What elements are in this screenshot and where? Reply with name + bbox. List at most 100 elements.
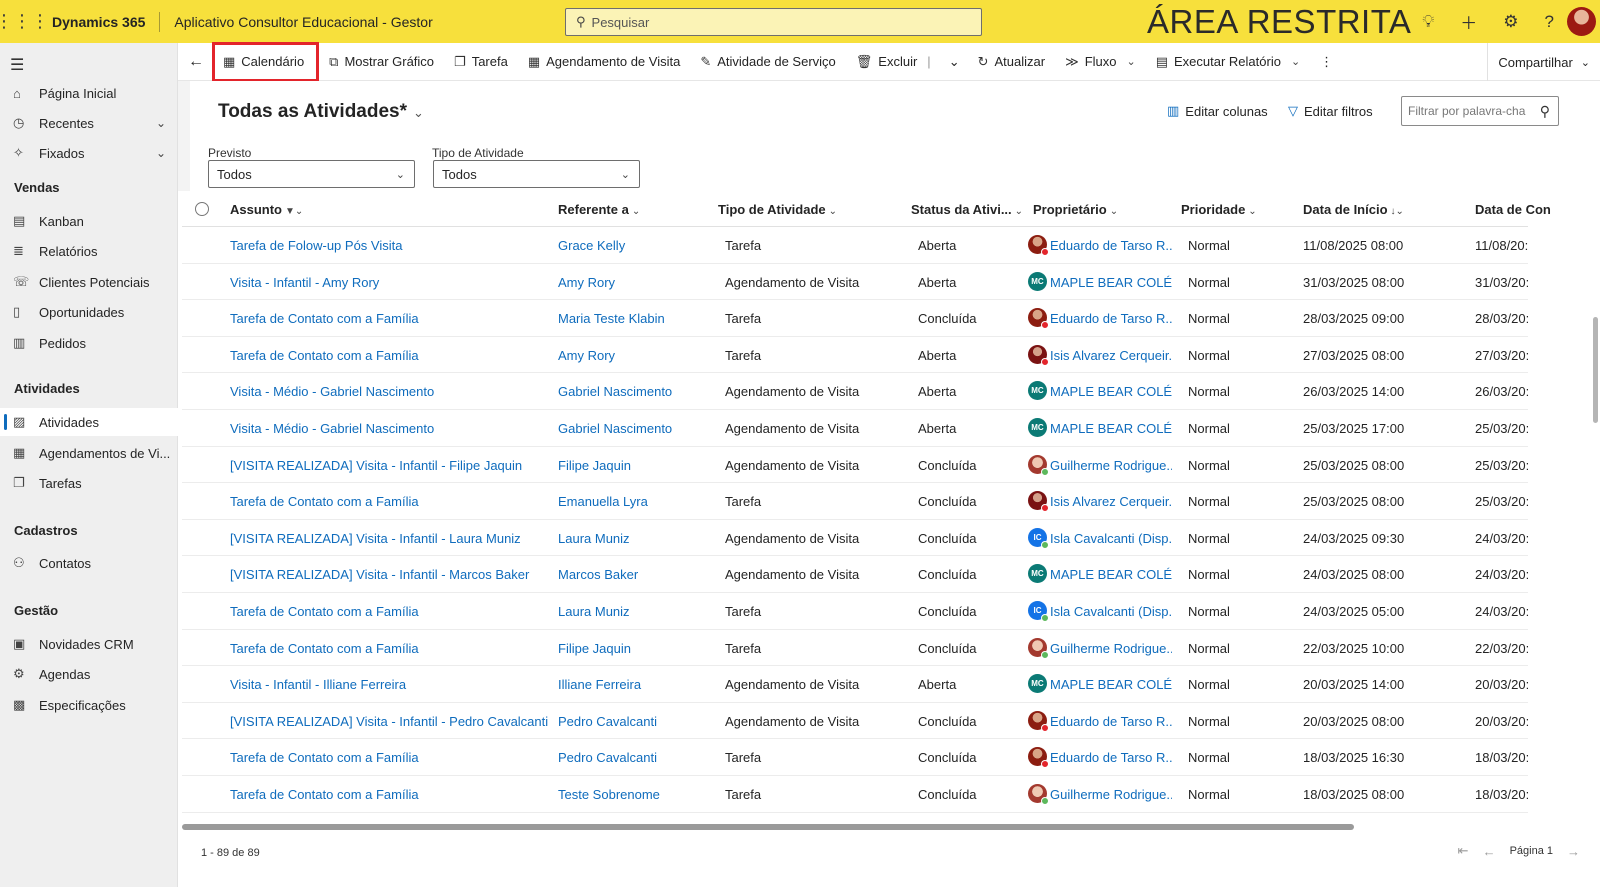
back-button[interactable]: ← bbox=[178, 43, 212, 81]
flow-button[interactable]: ≫ Fluxo ⌄ bbox=[1055, 43, 1146, 81]
subject-link[interactable]: [VISITA REALIZADA] Visita - Infantil - L… bbox=[230, 531, 548, 546]
regarding-link[interactable]: Maria Teste Klabin bbox=[558, 311, 708, 326]
sidebar-item-tasks[interactable]: ❐ Tarefas bbox=[0, 469, 178, 497]
owner-link[interactable]: Eduardo de Tarso R... bbox=[1050, 311, 1172, 326]
app-name[interactable]: Aplicativo Consultor Educacional - Gesto… bbox=[160, 14, 560, 30]
lightbulb-icon[interactable]: 💡︎ bbox=[1422, 12, 1434, 32]
sidebar-item-activities[interactable]: ▨ Atividades bbox=[0, 408, 178, 436]
subject-link[interactable]: [VISITA REALIZADA] Visita - Infantil - F… bbox=[230, 458, 548, 473]
owner-link[interactable]: Eduardo de Tarso R... bbox=[1050, 750, 1172, 765]
delete-button[interactable]: 🗑︎ Excluir bbox=[846, 43, 941, 81]
sidebar-item-contacts[interactable]: ⚇ Contatos bbox=[0, 549, 178, 577]
owner-link[interactable]: Isla Cavalcanti (Disp... bbox=[1050, 604, 1172, 619]
owner-link[interactable]: Eduardo de Tarso R... bbox=[1050, 714, 1172, 729]
table-row[interactable]: Visita - Infantil - Illiane Ferreira Illi… bbox=[182, 666, 1528, 703]
help-icon[interactable]: ? bbox=[1545, 12, 1554, 32]
previsto-select[interactable]: Todos ⌄ bbox=[208, 160, 415, 188]
regarding-link[interactable]: Teste Sobrenome bbox=[558, 787, 708, 802]
table-row[interactable]: Tarefa de Contato com a Família Laura Mun… bbox=[182, 593, 1528, 630]
regarding-link[interactable]: Grace Kelly bbox=[558, 238, 708, 253]
owner-link[interactable]: Isis Alvarez Cerqueir... bbox=[1050, 348, 1172, 363]
table-row[interactable]: [VISITA REALIZADA] Visita - Infantil - P… bbox=[182, 703, 1528, 740]
share-button[interactable]: Compartilhar ⌄ bbox=[1487, 43, 1600, 81]
more-commands-button[interactable]: ⋮ bbox=[1310, 43, 1343, 81]
subject-link[interactable]: Tarefa de Contato com a Família bbox=[230, 494, 548, 509]
view-selector[interactable]: Todas as Atividades* ⌄ bbox=[218, 101, 424, 123]
new-visit-button[interactable]: ▦ Agendamento de Visita bbox=[518, 43, 691, 81]
sidebar-item-agendas[interactable]: ⚙ Agendas bbox=[0, 660, 178, 688]
table-row[interactable]: Tarefa de Contato com a Família Teste Sob… bbox=[182, 776, 1528, 813]
vertical-scrollbar[interactable] bbox=[1593, 317, 1598, 423]
keyword-filter-input[interactable]: Filtrar por palavra-cha ⚲ bbox=[1401, 96, 1559, 126]
sidebar-item-opportunities[interactable]: ▯ Oportunidades bbox=[0, 298, 178, 326]
regarding-link[interactable]: Laura Muniz bbox=[558, 531, 708, 546]
regarding-link[interactable]: Amy Rory bbox=[558, 275, 708, 290]
sidebar-item-orders[interactable]: ▥ Pedidos bbox=[0, 329, 178, 357]
regarding-link[interactable]: Filipe Jaquin bbox=[558, 641, 708, 656]
owner-link[interactable]: MAPLE BEAR COLÉG... bbox=[1050, 421, 1172, 436]
column-header-priority[interactable]: Prioridade ⌄ bbox=[1181, 202, 1257, 217]
column-header-due-date[interactable]: Data de Con bbox=[1475, 202, 1551, 217]
global-search-input[interactable]: ⚲ Pesquisar bbox=[565, 8, 982, 36]
regarding-link[interactable]: Gabriel Nascimento bbox=[558, 421, 708, 436]
subject-link[interactable]: [VISITA REALIZADA] Visita - Infantil - M… bbox=[230, 567, 548, 582]
owner-link[interactable]: Isis Alvarez Cerqueir... bbox=[1050, 494, 1172, 509]
edit-filters-button[interactable]: ▽ Editar filtros bbox=[1288, 103, 1373, 119]
table-row[interactable]: Tarefa de Contato com a Família Filipe Ja… bbox=[182, 630, 1528, 667]
delete-more-button[interactable]: ⌄ bbox=[941, 43, 968, 81]
regarding-link[interactable]: Pedro Cavalcanti bbox=[558, 714, 708, 729]
owner-link[interactable]: Guilherme Rodrigue... bbox=[1050, 787, 1172, 802]
subject-link[interactable]: Visita - Infantil - Illiane Ferreira bbox=[230, 677, 548, 692]
regarding-link[interactable]: Amy Rory bbox=[558, 348, 708, 363]
brand-name[interactable]: Dynamics 365 bbox=[44, 11, 161, 32]
chevron-down-icon[interactable]: ⌄ bbox=[156, 146, 166, 160]
table-row[interactable]: Tarefa de Contato com a Família Amy Rory T… bbox=[182, 337, 1528, 374]
app-launcher-icon[interactable]: ⋮⋮⋮ bbox=[0, 0, 49, 43]
table-row[interactable]: Visita - Médio - Gabriel Nascimento Gabri… bbox=[182, 373, 1528, 410]
table-row[interactable]: [VISITA REALIZADA] Visita - Infantil - F… bbox=[182, 447, 1528, 484]
sidebar-item-home[interactable]: ⌂ Página Inicial bbox=[0, 79, 178, 107]
subject-link[interactable]: Visita - Médio - Gabriel Nascimento bbox=[230, 384, 548, 399]
regarding-link[interactable]: Pedro Cavalcanti bbox=[558, 750, 708, 765]
owner-link[interactable]: MAPLE BEAR COLÉG... bbox=[1050, 275, 1172, 290]
horizontal-scrollbar[interactable] bbox=[182, 824, 1354, 830]
table-row[interactable]: Tarefa de Contato com a Família Maria Tes… bbox=[182, 300, 1528, 337]
sidebar-item-visit-schedules[interactable]: ▦ Agendamentos de Vi... bbox=[0, 439, 178, 467]
refresh-button[interactable]: ↻ Atualizar bbox=[968, 43, 1055, 81]
owner-link[interactable]: Eduardo de Tarso R... bbox=[1050, 238, 1172, 253]
sidebar-item-kanban[interactable]: ▤ Kanban bbox=[0, 207, 178, 235]
sidebar-item-crm-news[interactable]: ▣ Novidades CRM bbox=[0, 630, 178, 658]
regarding-link[interactable]: Filipe Jaquin bbox=[558, 458, 708, 473]
show-chart-button[interactable]: ⧉ Mostrar Gráfico bbox=[319, 43, 444, 81]
column-header-owner[interactable]: Proprietário ⌄ bbox=[1033, 202, 1118, 217]
sidebar-item-pinned[interactable]: ✧ Fixados ⌄ bbox=[0, 139, 178, 167]
subject-link[interactable]: Tarefa de Contato com a Família bbox=[230, 787, 548, 802]
table-row[interactable]: [VISITA REALIZADA] Visita - Infantil - L… bbox=[182, 520, 1528, 557]
service-activity-button[interactable]: ✎ Atividade de Serviço bbox=[690, 43, 845, 81]
regarding-link[interactable]: Emanuella Lyra bbox=[558, 494, 708, 509]
column-header-start-date[interactable]: Data de Início ↓⌄ bbox=[1303, 202, 1404, 217]
subject-link[interactable]: [VISITA REALIZADA] Visita - Infantil - P… bbox=[230, 714, 548, 729]
column-header-activity-type[interactable]: Tipo de Atividade ⌄ bbox=[718, 202, 837, 217]
table-row[interactable]: [VISITA REALIZADA] Visita - Infantil - M… bbox=[182, 556, 1528, 593]
owner-link[interactable]: MAPLE BEAR COLÉG... bbox=[1050, 567, 1172, 582]
user-avatar[interactable] bbox=[1567, 7, 1596, 36]
next-page-icon[interactable]: → bbox=[1567, 844, 1580, 859]
column-header-subject[interactable]: Assunto ▼⌄ bbox=[230, 202, 303, 217]
activity-type-select[interactable]: Todos ⌄ bbox=[433, 160, 640, 188]
edit-columns-button[interactable]: ▥ Editar colunas bbox=[1167, 103, 1268, 119]
new-task-button[interactable]: ❐ Tarefa bbox=[444, 43, 518, 81]
owner-link[interactable]: Guilherme Rodrigue... bbox=[1050, 458, 1172, 473]
table-row[interactable]: Visita - Infantil - Amy Rory Amy Rory Agen… bbox=[182, 264, 1528, 301]
column-header-regarding[interactable]: Referente a ⌄ bbox=[558, 202, 640, 217]
owner-link[interactable]: Guilherme Rodrigue... bbox=[1050, 641, 1172, 656]
first-page-icon[interactable]: ⇤ bbox=[1458, 843, 1469, 859]
table-row[interactable]: Tarefa de Contato com a Família Emanuella… bbox=[182, 483, 1528, 520]
subject-link[interactable]: Tarefa de Contato com a Família bbox=[230, 750, 548, 765]
sidebar-item-recent[interactable]: ◷ Recentes ⌄ bbox=[0, 109, 178, 137]
subject-link[interactable]: Tarefa de Contato com a Família bbox=[230, 348, 548, 363]
table-row[interactable]: Tarefa de Folow-up Pós Visita Grace Kelly… bbox=[182, 227, 1528, 264]
sidebar-item-specifications[interactable]: ▩ Especificações bbox=[0, 691, 178, 719]
select-all-checkbox[interactable] bbox=[195, 202, 209, 216]
owner-link[interactable]: MAPLE BEAR COLÉG... bbox=[1050, 677, 1172, 692]
